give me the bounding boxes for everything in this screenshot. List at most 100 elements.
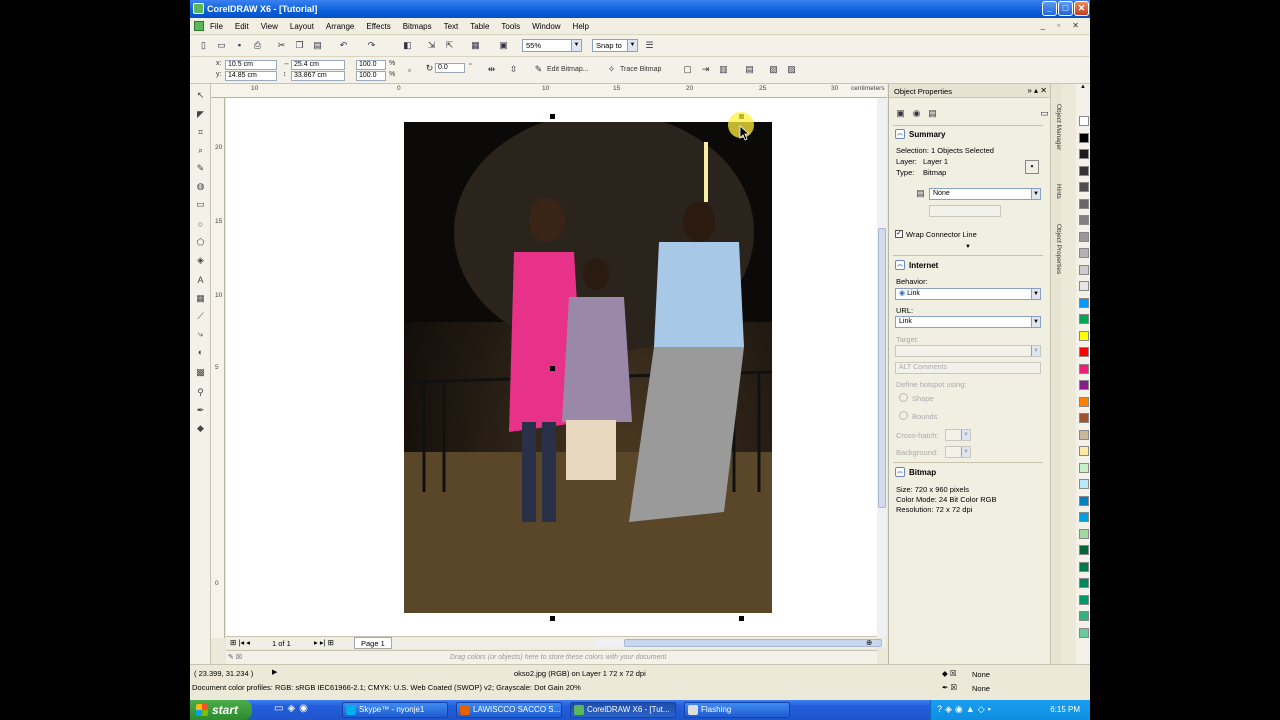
wrap-text-icon[interactable]: ▤ [744,64,755,75]
import-icon[interactable]: ⇲ [426,40,437,51]
rectangle-tool-icon[interactable]: ▭ [194,198,207,211]
width-field[interactable]: 25.4 cm [291,60,345,70]
tab-object-properties[interactable]: Object Properties [1052,224,1062,274]
resample-icon[interactable]: ⇥ [700,64,711,75]
menu-view[interactable]: View [261,22,278,31]
palette-swatch[interactable] [1079,347,1089,357]
smart-fill-tool-icon[interactable]: ◍ [194,180,207,193]
menu-layout[interactable]: Layout [290,22,314,31]
page-nav-buttons[interactable]: ⊞ |◂ ◂ [230,638,250,647]
task-firefox[interactable]: LAWISCCO SACCO S... [456,702,562,718]
ellipse-tool-icon[interactable]: ○ [194,218,207,231]
menu-help[interactable]: Help [573,22,589,31]
palette-swatch[interactable] [1079,561,1089,572]
tab-hints[interactable]: Hints [1052,184,1062,199]
eyedropper-tool-icon[interactable]: ⚲ [194,386,207,399]
palette-swatch[interactable] [1079,132,1089,143]
palette-scroll-up-icon[interactable]: ▲ [1080,84,1086,90]
palette-swatch[interactable] [1079,363,1089,374]
start-button[interactable]: start [190,700,252,720]
zoom-tool-icon[interactable]: ⌕ [194,144,207,157]
outline-tool-icon[interactable]: ✒ [194,404,207,417]
expand-more-icon[interactable]: ▼ [965,244,971,250]
palette-swatch[interactable] [1079,264,1089,275]
palette-swatch[interactable] [1079,149,1089,159]
task-coreldraw[interactable]: CorelDRAW X6 - [Tut... [570,702,676,718]
wrap-text-dropdown[interactable]: None ▼ [929,188,1041,200]
vertical-scrollbar[interactable] [877,98,887,638]
lock-ratio-icon[interactable]: ▫ [404,65,415,76]
save-icon[interactable]: ▪ [234,40,245,51]
url-dropdown[interactable]: Link ▼ [895,316,1041,328]
bitmap-tab-icon[interactable]: ▤ [927,108,938,119]
palette-swatch[interactable] [1079,297,1089,308]
palette-swatch[interactable] [1079,594,1089,605]
menu-file[interactable]: File [210,22,223,31]
palette-swatch[interactable] [1079,413,1089,423]
copy-icon[interactable]: ❐ [294,40,305,51]
selection-handle[interactable] [550,616,555,621]
shape-tool-icon[interactable]: ◤ [194,108,207,121]
tab-page-1[interactable]: Page 1 [354,637,392,649]
palette-swatch[interactable] [1079,545,1089,555]
palette-swatch[interactable] [1079,479,1089,489]
options-icon[interactable]: ☰ [644,40,655,51]
pick-tool-icon[interactable]: ↖ [194,89,207,102]
x-position-field[interactable]: 10.5 cm [225,60,277,70]
palette-swatch[interactable] [1079,231,1089,242]
menu-edit[interactable]: Edit [235,22,249,31]
redo-icon[interactable]: ↷ [366,40,377,51]
text-tool-icon[interactable]: A [194,274,207,287]
collapse-icon[interactable]: ︽ [895,467,905,477]
to-front-icon[interactable]: ▧ [768,64,779,75]
page-nav-next-buttons[interactable]: ▸ ▸| ⊞ [314,638,334,647]
crop-bitmap-icon[interactable]: ▢ [682,64,693,75]
palette-swatch[interactable] [1079,446,1089,456]
palette-swatch[interactable] [1079,495,1089,506]
scale-width-field[interactable]: 100.0 [356,60,386,70]
mirror-vertical-icon[interactable]: ⇳ [508,64,519,75]
transparency-tool-icon[interactable]: ▩ [194,366,207,379]
trace-bitmap-button[interactable]: Trace Bitmap [620,66,661,73]
rotation-field[interactable]: 0.0 [435,63,465,73]
menu-text[interactable]: Text [444,22,459,31]
task-skype[interactable]: Skype™ - nyonje1 [342,702,448,718]
lock-icon[interactable]: ▪ [1025,160,1039,174]
menu-arrange[interactable]: Arrange [326,22,354,31]
print-icon[interactable]: ⎙ [252,40,263,51]
connector-tool-icon[interactable]: ⤷ [194,328,207,341]
y-position-field[interactable]: 14.85 cm [225,71,277,81]
blend-tool-icon[interactable]: ◐ [194,346,207,359]
horizontal-scrollbar[interactable] [596,639,886,647]
internet-tab-icon[interactable]: ◉ [911,108,922,119]
document-palette[interactable]: ✎ ☒ Drag colors (or objects) here to sto… [226,650,877,664]
behavior-dropdown[interactable]: ◉ Link ▼ [895,288,1041,300]
menu-effects[interactable]: Effects [366,22,390,31]
wrap-connector-checkbox[interactable]: ✓ [895,230,903,238]
zoom-combo[interactable]: 55% ▼ [522,39,582,52]
document-window-controls[interactable]: _ ▫ ✕ [1041,21,1084,30]
tray-icons[interactable]: ?◈◉▲◇▪ [937,704,994,715]
palette-swatch[interactable] [1079,462,1089,473]
palette-swatch[interactable] [1079,215,1089,225]
task-flashing[interactable]: Flashing [684,702,790,718]
crop-tool-icon[interactable]: ⌗ [194,126,207,139]
undo-icon[interactable]: ↶ [338,40,349,51]
docker-controls[interactable]: » ▴ ✕ [1027,86,1047,95]
eyedropper-icon[interactable]: ✎ ☒ [228,653,242,661]
paste-icon[interactable]: ▤ [312,40,323,51]
freehand-tool-icon[interactable]: ✎ [194,162,207,175]
bitmap-color-mask-icon[interactable]: ▥ [718,64,729,75]
palette-swatch[interactable] [1079,248,1089,258]
polygon-tool-icon[interactable]: ⬠ [194,236,207,249]
snap-to-dropdown[interactable]: Snap to ▼ [592,39,638,52]
palette-swatch[interactable] [1079,611,1089,621]
fill-tool-icon[interactable]: ◆ [194,422,207,435]
rotate-icon[interactable]: ↻ [424,63,435,74]
menu-tools[interactable]: Tools [501,22,520,31]
palette-swatch[interactable] [1079,198,1089,209]
collapse-icon[interactable]: ︽ [895,129,905,139]
status-play-icon[interactable]: ▶ [272,668,277,676]
mirror-horizontal-icon[interactable]: ⇹ [486,64,497,75]
to-back-icon[interactable]: ▨ [786,64,797,75]
